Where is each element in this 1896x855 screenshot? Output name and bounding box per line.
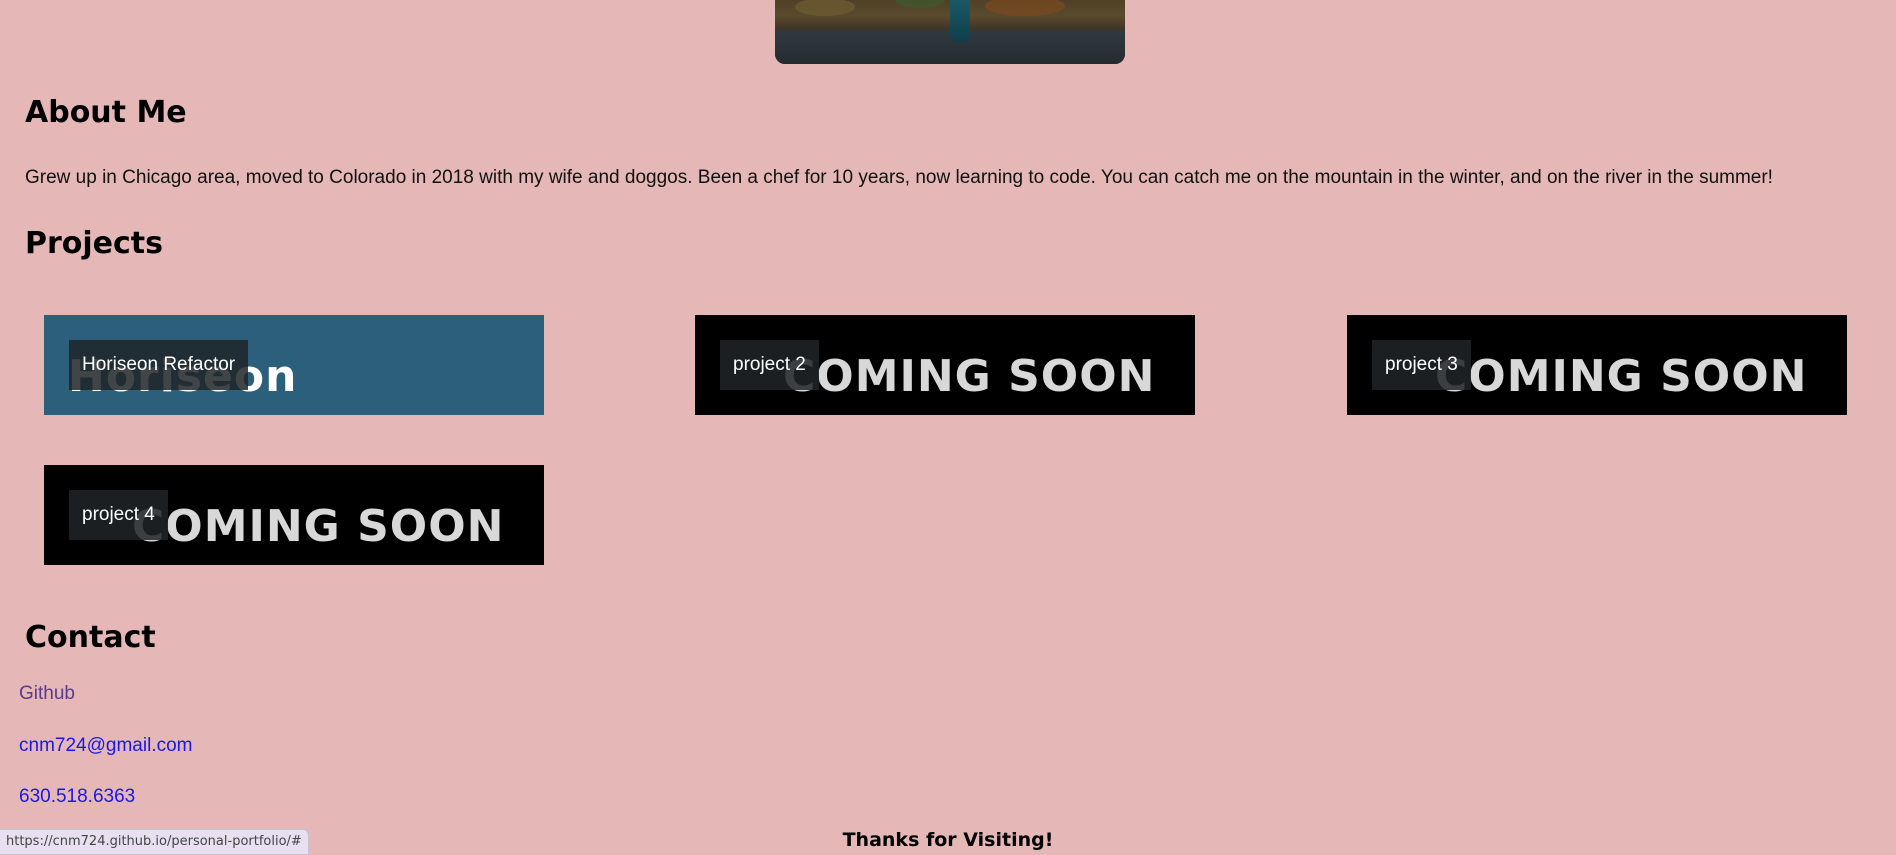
project-banner-text: COMING SOON	[1435, 351, 1808, 402]
profile-photo	[775, 0, 1125, 64]
project-card-horiseon[interactable]: Horiseon Horiseon Refactor	[44, 315, 544, 415]
project-label: project 4	[69, 490, 168, 540]
projects-heading: Projects	[25, 226, 164, 261]
link-status-bar: https://cnm724.github.io/personal-portfo…	[0, 829, 309, 855]
project-card-3[interactable]: COMING SOON project 3	[1347, 315, 1847, 415]
github-link[interactable]: Github	[19, 683, 75, 705]
project-banner-text: COMING SOON	[783, 351, 1156, 402]
project-label: project 2	[720, 340, 819, 390]
project-card-4[interactable]: COMING SOON project 4	[44, 465, 544, 565]
project-label: Horiseon Refactor	[69, 340, 249, 390]
project-label: project 3	[1372, 340, 1471, 390]
project-banner-text: COMING SOON	[132, 501, 505, 552]
project-card-2[interactable]: COMING SOON project 2	[695, 315, 1195, 415]
about-heading: About Me	[25, 95, 187, 130]
phone-link[interactable]: 630.518.6363	[19, 786, 135, 808]
about-text: Grew up in Chicago area, moved to Colora…	[25, 167, 1773, 188]
contact-heading: Contact	[25, 620, 156, 655]
email-link[interactable]: cnm724@gmail.com	[19, 735, 192, 757]
